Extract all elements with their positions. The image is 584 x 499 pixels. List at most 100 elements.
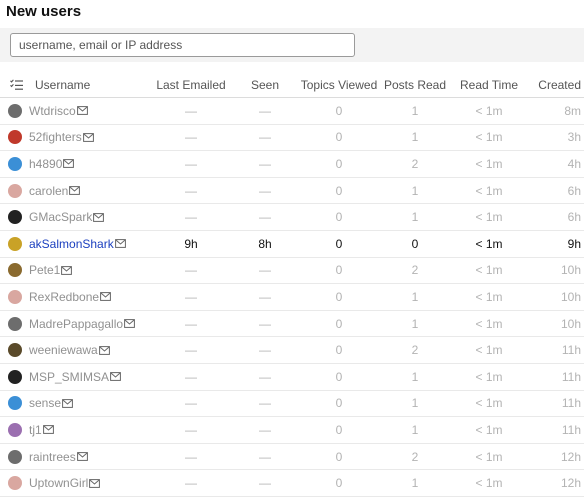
table-row[interactable]: Pete1 — — 0 2 < 1m 10h bbox=[0, 258, 584, 285]
envelope-icon bbox=[61, 265, 73, 275]
username-link[interactable]: MadrePappagallo bbox=[29, 317, 123, 331]
username-link[interactable]: RexRedbone bbox=[29, 290, 99, 304]
table-row[interactable]: weeniewawa — — 0 2 < 1m 11h bbox=[0, 337, 584, 364]
seen-cell: — bbox=[259, 183, 271, 198]
avatar[interactable] bbox=[8, 263, 22, 278]
table-row[interactable]: 52fighters — — 0 1 < 1m 3h bbox=[0, 125, 584, 152]
column-header-seen[interactable]: Seen bbox=[234, 72, 296, 97]
seen-cell: — bbox=[259, 289, 271, 304]
column-header-topics-viewed[interactable]: Topics Viewed bbox=[296, 72, 382, 97]
username-link[interactable]: GMacSpark bbox=[29, 210, 92, 224]
filter-bar bbox=[0, 28, 584, 62]
last-emailed-cell: — bbox=[185, 396, 197, 411]
envelope-icon bbox=[93, 212, 105, 222]
topics-viewed-cell: 0 bbox=[335, 343, 343, 358]
created-cell: 10h bbox=[560, 316, 581, 331]
read-time-cell: < 1m bbox=[475, 476, 503, 491]
posts-read-cell: 1 bbox=[411, 476, 419, 491]
column-header-created[interactable]: Created bbox=[530, 72, 584, 97]
table-row[interactable]: raintrees — — 0 2 < 1m 12h bbox=[0, 444, 584, 471]
users-table: Username Last Emailed Seen Topics Viewed… bbox=[0, 72, 584, 497]
table-header: Username Last Emailed Seen Topics Viewed… bbox=[0, 72, 584, 98]
avatar[interactable] bbox=[8, 316, 22, 331]
table-row[interactable]: Wtdrisco — — 0 1 < 1m 8m bbox=[0, 98, 584, 125]
topics-viewed-cell: 0 bbox=[335, 316, 343, 331]
table-row[interactable]: GMacSpark — — 0 1 < 1m 6h bbox=[0, 204, 584, 231]
last-emailed-cell: — bbox=[185, 369, 197, 384]
table-row[interactable]: RexRedbone — — 0 1 < 1m 10h bbox=[0, 284, 584, 311]
username-link[interactable]: weeniewawa bbox=[29, 343, 98, 357]
column-header-posts-read[interactable]: Posts Read bbox=[382, 72, 448, 97]
username-cell: 52fighters bbox=[8, 125, 148, 151]
table-row[interactable]: MSP_SMIMSA — — 0 1 < 1m 11h bbox=[0, 364, 584, 391]
bulk-select-icon[interactable] bbox=[8, 72, 24, 97]
created-cell: 4h bbox=[567, 156, 581, 171]
username-link[interactable]: raintrees bbox=[29, 450, 76, 464]
read-time-cell: < 1m bbox=[475, 183, 503, 198]
username-cell: raintrees bbox=[8, 444, 148, 470]
avatar[interactable] bbox=[8, 396, 22, 411]
table-row[interactable]: MadrePappagallo — — 0 1 < 1m 10h bbox=[0, 311, 584, 338]
username-link[interactable]: h4890 bbox=[29, 157, 62, 171]
username-link[interactable]: akSalmonShark bbox=[29, 237, 114, 251]
avatar[interactable] bbox=[8, 236, 22, 251]
avatar[interactable] bbox=[8, 476, 22, 491]
table-row[interactable]: h4890 — — 0 2 < 1m 4h bbox=[0, 151, 584, 178]
username-link[interactable]: carolen bbox=[29, 184, 68, 198]
username-link[interactable]: tj1 bbox=[29, 423, 42, 437]
username-cell: Pete1 bbox=[8, 258, 148, 284]
last-emailed-cell: — bbox=[185, 130, 197, 145]
read-time-cell: < 1m bbox=[475, 343, 503, 358]
avatar[interactable] bbox=[8, 289, 22, 304]
envelope-icon bbox=[63, 159, 75, 169]
envelope-icon bbox=[69, 186, 81, 195]
username-cell: Wtdrisco bbox=[8, 98, 148, 124]
username-link[interactable]: Wtdrisco bbox=[29, 104, 76, 118]
username-link[interactable]: sense bbox=[29, 396, 61, 410]
last-emailed-cell: — bbox=[185, 103, 197, 118]
username-link[interactable]: UptownGirl bbox=[29, 476, 88, 490]
last-emailed-cell: — bbox=[185, 343, 197, 358]
avatar[interactable] bbox=[8, 156, 22, 171]
avatar[interactable] bbox=[8, 449, 22, 464]
seen-cell: — bbox=[259, 103, 271, 118]
table-row[interactable]: carolen — — 0 1 < 1m 6h bbox=[0, 178, 584, 205]
seen-cell: 8h bbox=[258, 236, 272, 251]
envelope-icon bbox=[100, 292, 111, 302]
posts-read-cell: 1 bbox=[411, 210, 419, 225]
created-cell: 11h bbox=[561, 396, 581, 411]
table-row[interactable]: UptownGirl — — 0 1 < 1m 12h bbox=[0, 470, 584, 497]
seen-cell: — bbox=[259, 449, 271, 464]
created-cell: 3h bbox=[567, 130, 581, 145]
created-cell: 8m bbox=[564, 103, 581, 118]
avatar[interactable] bbox=[8, 103, 22, 118]
user-search-input[interactable] bbox=[10, 33, 355, 57]
read-time-cell: < 1m bbox=[475, 422, 503, 437]
avatar[interactable] bbox=[8, 422, 22, 437]
topics-viewed-cell: 0 bbox=[335, 210, 343, 225]
seen-cell: — bbox=[259, 476, 271, 491]
topics-viewed-cell: 0 bbox=[335, 263, 343, 278]
avatar[interactable] bbox=[8, 130, 22, 145]
username-cell: h4890 bbox=[8, 151, 148, 177]
last-emailed-cell: — bbox=[185, 476, 197, 491]
envelope-icon bbox=[82, 132, 94, 142]
posts-read-cell: 1 bbox=[411, 103, 419, 118]
topics-viewed-cell: 0 bbox=[335, 156, 343, 171]
username-link[interactable]: Pete1 bbox=[29, 263, 60, 277]
column-header-last-emailed[interactable]: Last Emailed bbox=[148, 72, 234, 97]
table-row[interactable]: akSalmonShark 9h 8h 0 0 < 1m 9h bbox=[0, 231, 584, 258]
read-time-cell: < 1m bbox=[475, 369, 503, 384]
username-cell: RexRedbone bbox=[8, 284, 148, 310]
table-row[interactable]: tj1 — — 0 1 < 1m 11h bbox=[0, 417, 584, 444]
read-time-cell: < 1m bbox=[475, 210, 503, 225]
avatar[interactable] bbox=[8, 183, 22, 198]
username-link[interactable]: MSP_SMIMSA bbox=[29, 370, 109, 384]
column-header-read-time[interactable]: Read Time bbox=[448, 72, 530, 97]
table-row[interactable]: sense — — 0 1 < 1m 11h bbox=[0, 391, 584, 418]
username-cell: akSalmonShark bbox=[8, 231, 148, 257]
avatar[interactable] bbox=[8, 343, 22, 358]
avatar[interactable] bbox=[8, 369, 22, 384]
avatar[interactable] bbox=[8, 210, 22, 225]
username-link[interactable]: 52fighters bbox=[29, 130, 82, 144]
